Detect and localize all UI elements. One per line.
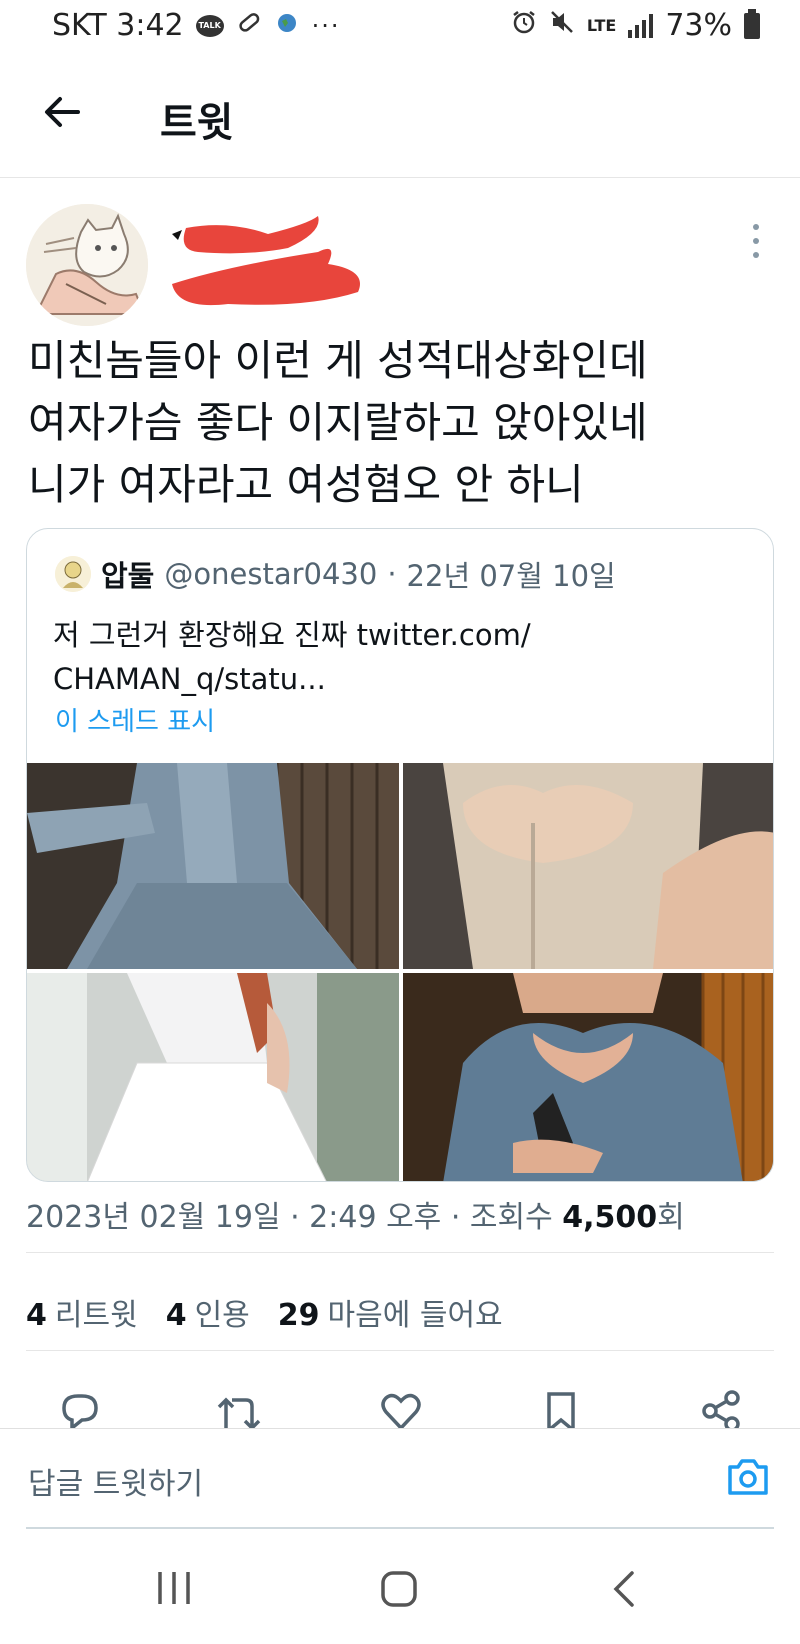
system-back-button[interactable] (610, 1570, 638, 1612)
arrow-left-icon (45, 97, 80, 127)
author-name-redaction (168, 212, 378, 322)
retweets-label: 리트윗 (54, 1298, 138, 1333)
reply-input[interactable]: 답글 트윗하기 (28, 1459, 203, 1503)
likes-count: 29 (277, 1298, 320, 1333)
retweets-stat[interactable]: 4 리트윗 (26, 1290, 138, 1334)
home-button[interactable] (380, 1570, 418, 1612)
media-image-4[interactable] (403, 973, 773, 1181)
system-nav-bar (0, 1530, 800, 1644)
view-count: 4,500 (562, 1200, 658, 1235)
status-bar: SKT 3:42 TALK ··· LTE 73% (0, 0, 800, 56)
retweet-icon (217, 1397, 261, 1428)
top-app-bar: 트윗 (0, 60, 800, 178)
bookmark-button[interactable] (538, 1388, 584, 1428)
share-icon (702, 1390, 740, 1428)
quotes-label: 인용 (194, 1298, 250, 1333)
quoted-tweet-text: 저 그런거 환장해요 진짜 twitter.com/ CHAMAN_q/stat… (53, 618, 531, 696)
recent-apps-button[interactable] (156, 1570, 192, 1610)
view-suffix: 회 (657, 1200, 685, 1235)
media-image-3[interactable] (27, 973, 399, 1181)
chevron-left-icon (613, 1571, 634, 1607)
recent-apps-icon (158, 1572, 190, 1604)
quotes-stat[interactable]: 4 인용 (166, 1290, 250, 1334)
tweet-stats: 4 리트윗 4 인용 29 마음에 들어요 (26, 1290, 503, 1334)
globe-app-icon (274, 8, 300, 43)
like-button[interactable] (378, 1388, 424, 1428)
reply-icon (62, 1394, 98, 1428)
quoted-tweet-header: 압둘 @onestar0430 · 22년 07월 10일 (55, 553, 616, 595)
back-button[interactable] (40, 90, 84, 134)
quotes-count: 4 (165, 1298, 187, 1333)
reply-composer: 답글 트윗하기 (0, 1428, 800, 1529)
more-notifications-icon: ··· (311, 11, 341, 40)
tweet-date: 2023년 02월 19일 · 2:49 오후 · 조회수 (26, 1200, 563, 1235)
separator-dot: · (387, 557, 397, 591)
reply-button[interactable] (56, 1388, 102, 1428)
tweet-timestamp-views: 2023년 02월 19일 · 2:49 오후 · 조회수 4,500회 (26, 1192, 685, 1236)
quoted-tweet-date: 22년 07월 10일 (406, 559, 616, 593)
more-options-button[interactable] (748, 224, 764, 258)
media-image-1[interactable] (27, 763, 399, 969)
camera-icon (728, 1459, 768, 1495)
signal-icon (628, 13, 654, 38)
camera-button[interactable] (726, 1457, 770, 1497)
page-title: 트윗 (160, 100, 234, 146)
heart-icon (381, 1393, 421, 1428)
quoted-author-name: 압둘 (101, 559, 155, 593)
battery-icon (744, 8, 760, 39)
mute-icon (549, 8, 575, 43)
battery-percent: 73% (665, 8, 732, 43)
tweet-actions (0, 1382, 800, 1428)
quoted-author-handle: @onestar0430 (164, 557, 378, 591)
likes-stat[interactable]: 29 마음에 들어요 (278, 1290, 503, 1334)
divider (26, 1252, 774, 1253)
tweet-text: 미친놈들아 이런 게 성적대상화인데 여자가슴 좋다 이지랄하고 앉아있네 니가… (28, 336, 648, 509)
carrier-time: SKT 3:42 (52, 8, 184, 43)
media-image-2[interactable] (403, 763, 773, 969)
divider (26, 1350, 774, 1351)
author-avatar[interactable] (26, 204, 148, 326)
network-type: LTE (586, 16, 617, 35)
show-thread-link[interactable]: 이 스레드 표시 (55, 701, 215, 738)
pill-icon (236, 8, 262, 43)
retweets-count: 4 (26, 1298, 47, 1333)
bookmark-icon (547, 1392, 575, 1428)
retweet-button[interactable] (216, 1388, 262, 1428)
likes-label: 마음에 들어요 (327, 1298, 503, 1333)
quoted-author-avatar (55, 556, 91, 592)
alarm-icon (511, 8, 537, 43)
share-button[interactable] (698, 1388, 744, 1428)
kakaotalk-icon: TALK (195, 14, 224, 37)
quoted-tweet-card[interactable]: 압둘 @onestar0430 · 22년 07월 10일 저 그런거 환장해요… (26, 528, 774, 1182)
home-icon (381, 1571, 417, 1607)
reply-input-underline (26, 1527, 774, 1529)
quoted-media-grid (27, 763, 773, 1181)
